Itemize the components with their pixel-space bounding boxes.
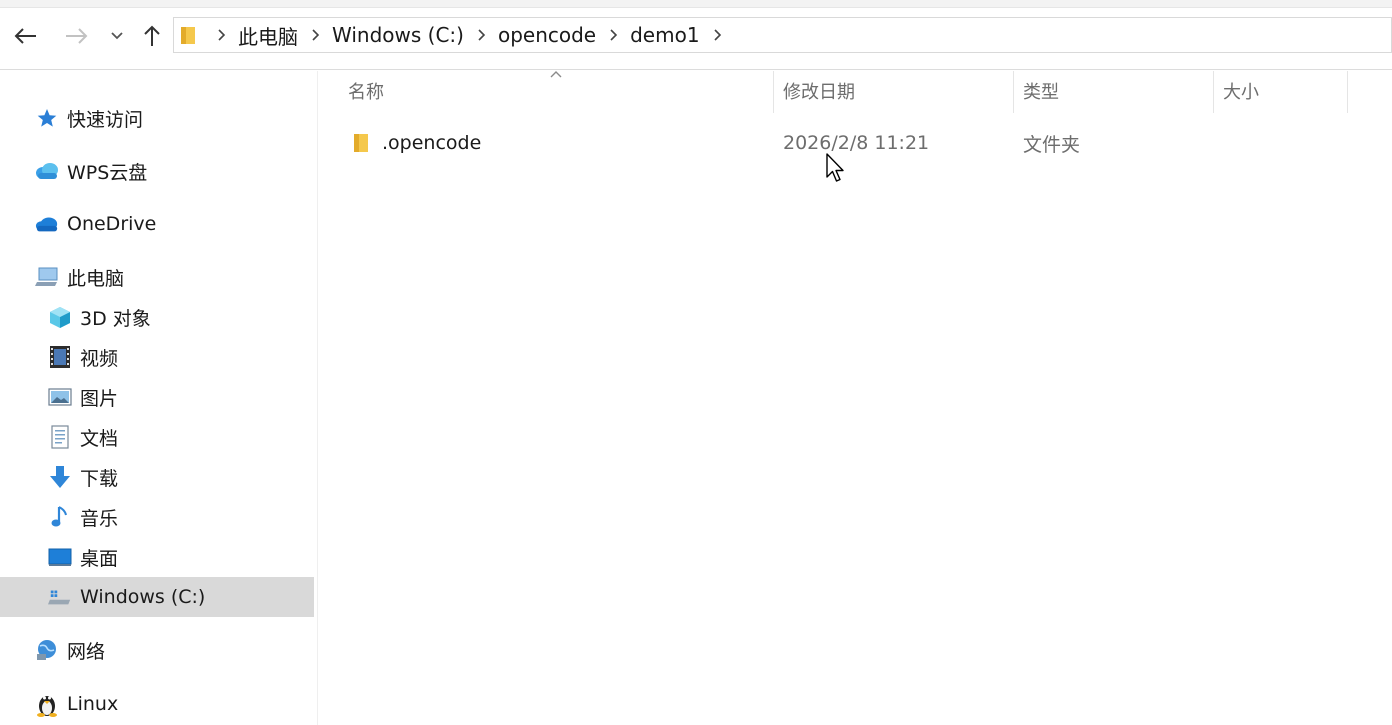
sidebar-item-videos[interactable]: 视频 (0, 337, 314, 377)
file-modified-date: 2026/2/8 11:21 (783, 132, 930, 154)
3d-objects-icon (48, 305, 72, 329)
sidebar-item-label: WPS云盘 (67, 161, 148, 184)
chevron-right-icon (478, 29, 486, 41)
breadcrumb-separator[interactable] (304, 25, 326, 45)
breadcrumb-demo1[interactable]: demo1 (624, 23, 705, 47)
forward-button[interactable] (62, 22, 92, 50)
sidebar-item-this-pc[interactable]: 此电脑 (0, 257, 314, 297)
column-header-size-label: 大小 (1223, 82, 1259, 103)
address-bar[interactable]: 此电脑 Windows (C:) opencode demo1 (173, 17, 1392, 53)
download-icon (48, 465, 72, 489)
sidebar-item-label: 桌面 (80, 547, 119, 570)
sidebar-item-label: 网络 (67, 640, 106, 663)
column-divider[interactable] (773, 71, 774, 113)
breadcrumb-this-pc[interactable]: 此电脑 (232, 21, 304, 50)
column-divider[interactable] (1213, 71, 1214, 113)
chevron-right-icon (218, 29, 226, 41)
sidebar-item-documents[interactable]: 文档 (0, 417, 314, 457)
sidebar-item-label: 此电脑 (67, 267, 125, 290)
file-row[interactable]: .opencode 2026/2/8 11:21 文件夹 (340, 123, 1370, 163)
column-divider[interactable] (1347, 71, 1348, 113)
sidebar-item-wps-cloud[interactable]: WPS云盘 (0, 151, 314, 191)
up-button[interactable] (138, 22, 166, 50)
sidebar-item-label: Windows (C:) (80, 586, 206, 608)
sidebar-item-desktop[interactable]: 桌面 (0, 537, 314, 577)
sidebar-item-label: 视频 (80, 347, 119, 370)
music-icon (48, 505, 72, 529)
drive-icon (48, 585, 72, 609)
breadcrumb-separator[interactable] (210, 25, 232, 45)
sidebar-item-quick-access[interactable]: 快速访问 (0, 98, 314, 138)
pictures-icon (48, 385, 72, 409)
sidebar-item-3d-objects[interactable]: 3D 对象 (0, 297, 314, 337)
breadcrumb-separator[interactable] (706, 25, 728, 45)
sidebar-item-onedrive[interactable]: OneDrive (0, 204, 314, 244)
navigation-pane: 快速访问 WPS云盘 OneDrive 此电脑 3D 对象 视频 图片 文档 下… (0, 71, 318, 725)
computer-icon (35, 265, 59, 289)
sidebar-item-label: 文档 (80, 427, 119, 450)
column-header-size[interactable]: 大小 (1223, 71, 1343, 111)
column-header-modified[interactable]: 修改日期 (783, 71, 1013, 111)
wps-cloud-icon (35, 159, 59, 183)
column-header-name-label: 名称 (348, 82, 384, 103)
breadcrumb-opencode[interactable]: opencode (492, 23, 602, 47)
recent-locations-button[interactable] (106, 22, 128, 50)
arrow-up-icon (144, 25, 160, 46)
arrow-left-icon (14, 28, 36, 44)
column-header-type-label: 类型 (1023, 82, 1059, 103)
file-name: .opencode (382, 132, 482, 154)
chevron-right-icon (610, 29, 618, 41)
sidebar-item-label: 3D 对象 (80, 307, 151, 330)
folder-icon (181, 27, 195, 44)
sidebar-item-linux[interactable]: Linux (0, 684, 314, 724)
file-type: 文件夹 (1023, 133, 1081, 156)
arrow-right-icon (66, 28, 88, 44)
sidebar-item-label: 音乐 (80, 507, 119, 530)
window-top-strip (0, 0, 1392, 8)
breadcrumb-windows-c[interactable]: Windows (C:) (326, 23, 470, 47)
sidebar-item-windows-c[interactable]: Windows (C:) (0, 577, 314, 617)
folder-icon (352, 132, 372, 154)
breadcrumb-separator[interactable] (470, 25, 492, 45)
sidebar-item-label: OneDrive (67, 213, 157, 235)
file-name-cell[interactable]: .opencode (352, 123, 481, 163)
onedrive-cloud-icon (35, 212, 59, 236)
sidebar-item-pictures[interactable]: 图片 (0, 377, 314, 417)
chevron-down-icon (111, 32, 123, 40)
sidebar-item-label: 下载 (80, 467, 119, 490)
documents-icon (48, 425, 72, 449)
back-button[interactable] (10, 22, 40, 50)
chevron-right-icon (312, 29, 320, 41)
sidebar-item-label: Linux (67, 693, 119, 715)
network-icon (35, 638, 59, 662)
column-divider[interactable] (1013, 71, 1014, 113)
sort-ascending-icon (550, 71, 562, 78)
mouse-cursor-icon (826, 153, 844, 182)
sidebar-item-music[interactable]: 音乐 (0, 497, 314, 537)
column-header-type[interactable]: 类型 (1023, 71, 1213, 111)
breadcrumb-separator[interactable] (602, 25, 624, 45)
sidebar-item-network[interactable]: 网络 (0, 630, 314, 670)
sidebar-item-label: 快速访问 (67, 108, 144, 131)
navigation-bar: 此电脑 Windows (C:) opencode demo1 (0, 8, 1392, 70)
linux-icon (35, 692, 59, 717)
file-list: 名称 修改日期 类型 大小 .opencode 2026/2/8 11:21 文… (318, 71, 1392, 725)
sidebar-item-downloads[interactable]: 下载 (0, 457, 314, 497)
video-icon (48, 345, 72, 369)
column-header-modified-label: 修改日期 (783, 82, 855, 103)
chevron-right-icon (713, 29, 721, 41)
sidebar-item-label: 图片 (80, 387, 119, 410)
desktop-icon (48, 545, 72, 569)
star-icon (35, 106, 59, 130)
